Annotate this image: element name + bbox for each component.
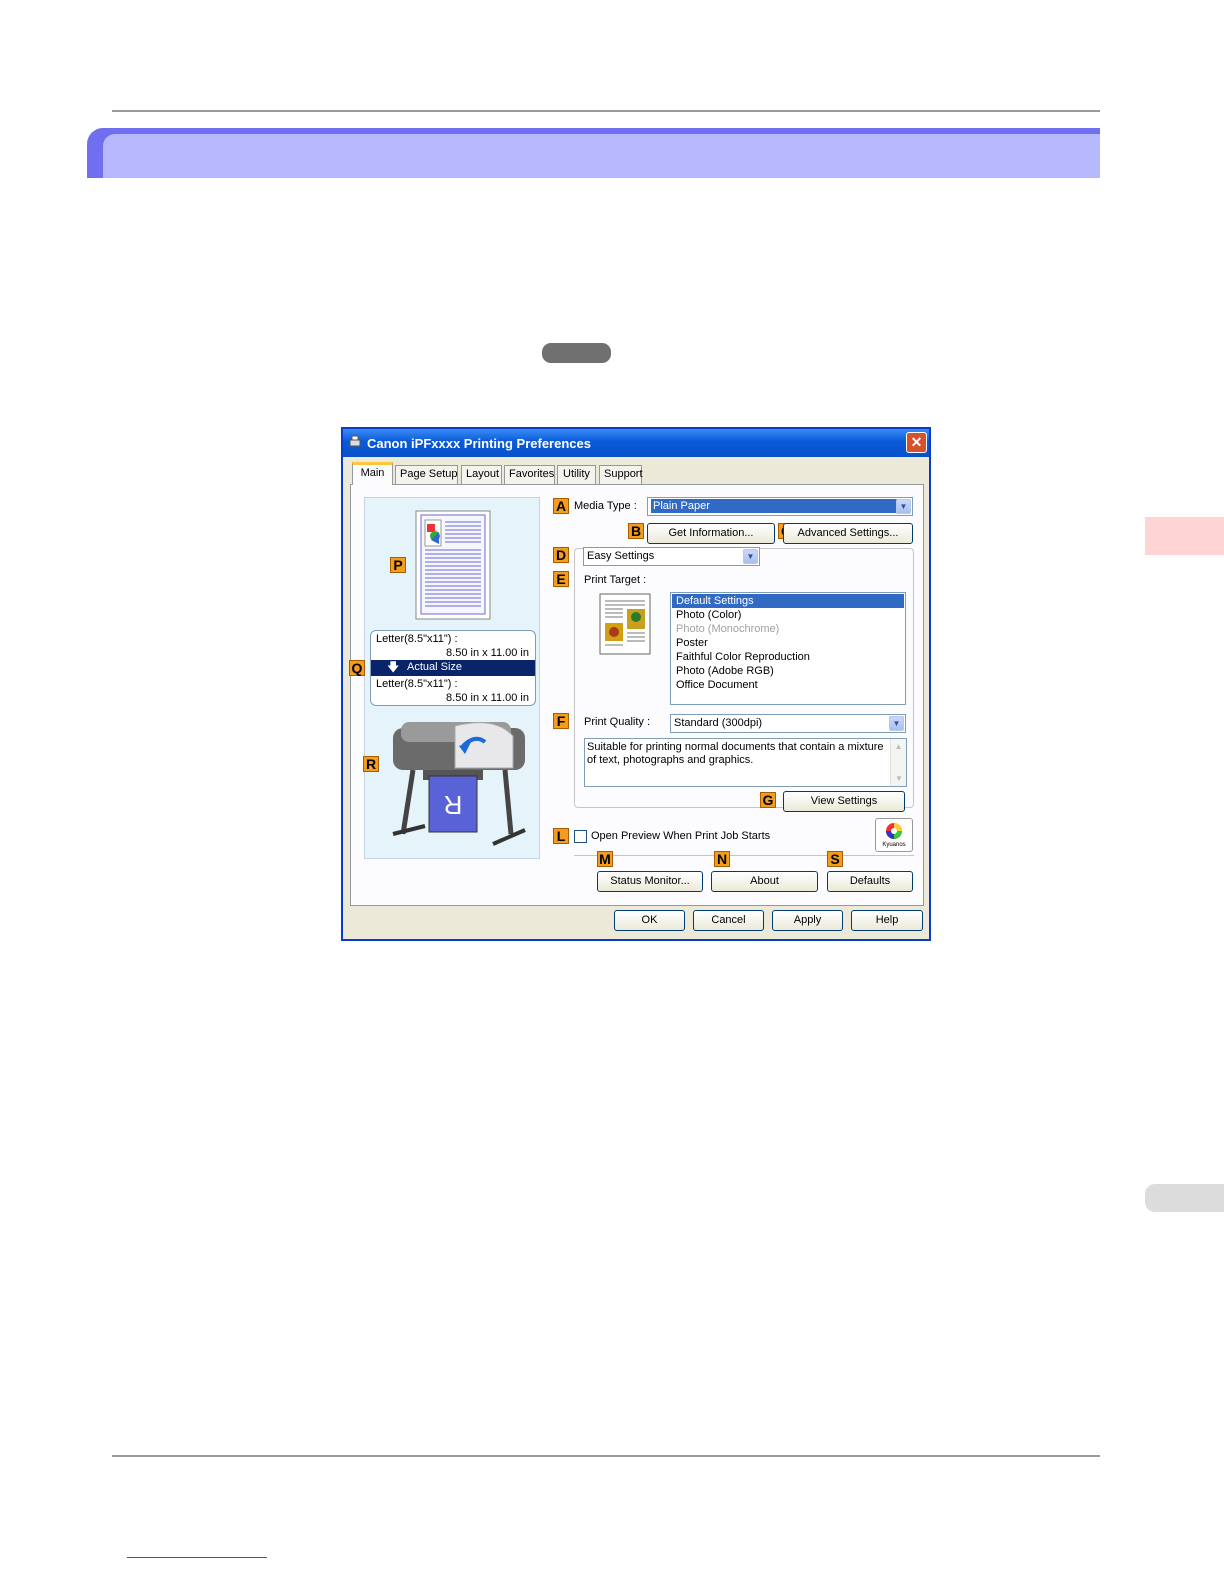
dialog-titlebar: Canon iPFxxxx Printing Preferences ✕ xyxy=(343,429,929,457)
preview-pane: P Letter(8.5"x11") : 8.50 in x 11.00 in … xyxy=(349,497,540,859)
description-text: Suitable for printing normal documents t… xyxy=(587,741,884,766)
tab-utility[interactable]: Utility xyxy=(557,465,596,484)
size-from-label: Letter(8.5"x11") : xyxy=(376,633,458,645)
list-item[interactable]: Default Settings xyxy=(672,594,904,608)
size-info-box: Letter(8.5"x11") : 8.50 in x 11.00 in 🡇 … xyxy=(370,630,536,706)
list-item[interactable]: Faithful Color Reproduction xyxy=(672,650,904,664)
label-n: N xyxy=(714,851,730,867)
footer-link[interactable] xyxy=(127,1557,267,1558)
tab-layout[interactable]: Layout xyxy=(461,465,502,484)
apply-button[interactable]: Apply xyxy=(772,910,843,931)
scroll-up-icon[interactable]: ▲ xyxy=(891,739,906,754)
label-l: L xyxy=(553,828,569,844)
tab-main[interactable]: Main xyxy=(352,462,393,485)
label-g: G xyxy=(760,792,776,808)
printer-icon xyxy=(349,435,361,447)
section-title-banner xyxy=(87,128,1100,178)
list-item[interactable]: Office Document xyxy=(672,678,904,692)
label-b: B xyxy=(628,523,644,539)
size-to-label: Letter(8.5"x11") : xyxy=(376,678,458,690)
print-quality-value: Standard (300dpi) xyxy=(674,717,763,729)
tab-favorites[interactable]: Favorites xyxy=(504,465,555,484)
settings-mode-select[interactable]: Easy Settings ▼ xyxy=(583,547,760,566)
list-item[interactable]: Photo (Adobe RGB) xyxy=(672,664,904,678)
scale-label: Actual Size xyxy=(407,661,463,673)
printer-paper-letter: R xyxy=(444,790,463,820)
tab-support[interactable]: Support xyxy=(599,465,643,484)
list-item[interactable]: Photo (Color) xyxy=(672,608,904,622)
footer-rule xyxy=(112,1455,1100,1457)
media-type-label: Media Type : xyxy=(574,500,637,512)
label-m: M xyxy=(597,851,613,867)
open-preview-checkbox[interactable] xyxy=(574,830,587,843)
list-item[interactable]: Poster xyxy=(672,636,904,650)
label-d: D xyxy=(553,547,569,563)
print-quality-select[interactable]: Standard (300dpi) ▼ xyxy=(670,714,906,733)
get-information-button[interactable]: Get Information... xyxy=(647,523,775,544)
size-to-dims: 8.50 in x 11.00 in xyxy=(446,692,529,704)
main-tab-panel: P Letter(8.5"x11") : 8.50 in x 11.00 in … xyxy=(349,484,924,906)
dialog-title: Canon iPFxxxx Printing Preferences xyxy=(367,436,591,451)
label-q: Q xyxy=(349,660,365,676)
kyuanos-label: Kyuanos xyxy=(882,842,906,848)
printer-illustration: R xyxy=(392,722,526,846)
media-type-value: Plain Paper xyxy=(651,499,897,513)
scroll-down-icon[interactable]: ▼ xyxy=(891,771,907,786)
list-item: Photo (Monochrome) xyxy=(676,623,780,635)
key-button-graphic xyxy=(542,343,611,363)
advanced-settings-button[interactable]: Advanced Settings... xyxy=(783,523,913,544)
bottom-divider xyxy=(574,855,914,856)
page-preview-icon xyxy=(415,510,491,620)
scale-row: 🡇 Actual Size xyxy=(371,660,535,676)
chapter-side-tab[interactable] xyxy=(1145,517,1224,555)
label-a: A xyxy=(553,498,569,514)
description-box: Suitable for printing normal documents t… xyxy=(584,738,907,787)
media-type-select[interactable]: Plain Paper ▼ xyxy=(647,497,913,516)
color-wheel-icon xyxy=(886,823,902,839)
print-target-list[interactable]: Default Settings Photo (Color) Photo (Mo… xyxy=(670,592,906,705)
chevron-down-icon[interactable]: ▼ xyxy=(889,716,904,731)
label-f: F xyxy=(553,713,569,729)
header-rule xyxy=(112,110,1100,112)
ok-button[interactable]: OK xyxy=(614,910,685,931)
chevron-down-icon[interactable]: ▼ xyxy=(743,549,758,564)
chevron-down-icon[interactable]: ▼ xyxy=(896,499,911,514)
print-target-thumbnail-icon xyxy=(599,593,651,655)
printing-preferences-dialog: Canon iPFxxxx Printing Preferences ✕ Mai… xyxy=(341,427,931,941)
label-s: S xyxy=(827,851,843,867)
print-quality-label: Print Quality : xyxy=(584,716,651,728)
kyuanos-button[interactable]: Kyuanos xyxy=(875,818,913,852)
print-target-label: Print Target : xyxy=(584,574,647,586)
label-e: E xyxy=(553,571,569,587)
scrollbar[interactable]: ▲ ▼ xyxy=(890,739,906,786)
down-arrow-icon: 🡇 xyxy=(387,660,400,674)
tab-page-setup[interactable]: Page Setup xyxy=(395,465,458,484)
size-from-dims: 8.50 in x 11.00 in xyxy=(446,647,529,659)
index-side-tab[interactable] xyxy=(1145,1184,1224,1212)
view-settings-button[interactable]: View Settings xyxy=(783,791,905,812)
label-p: P xyxy=(390,557,406,573)
close-button[interactable]: ✕ xyxy=(906,432,927,453)
settings-mode-value: Easy Settings xyxy=(587,550,655,562)
cancel-button[interactable]: Cancel xyxy=(693,910,764,931)
about-button[interactable]: About xyxy=(711,871,818,892)
status-monitor-button[interactable]: Status Monitor... xyxy=(597,871,703,892)
open-preview-label[interactable]: Open Preview When Print Job Starts xyxy=(591,830,770,842)
label-r: R xyxy=(363,756,379,772)
help-button[interactable]: Help xyxy=(851,910,923,931)
defaults-button[interactable]: Defaults xyxy=(827,871,913,892)
